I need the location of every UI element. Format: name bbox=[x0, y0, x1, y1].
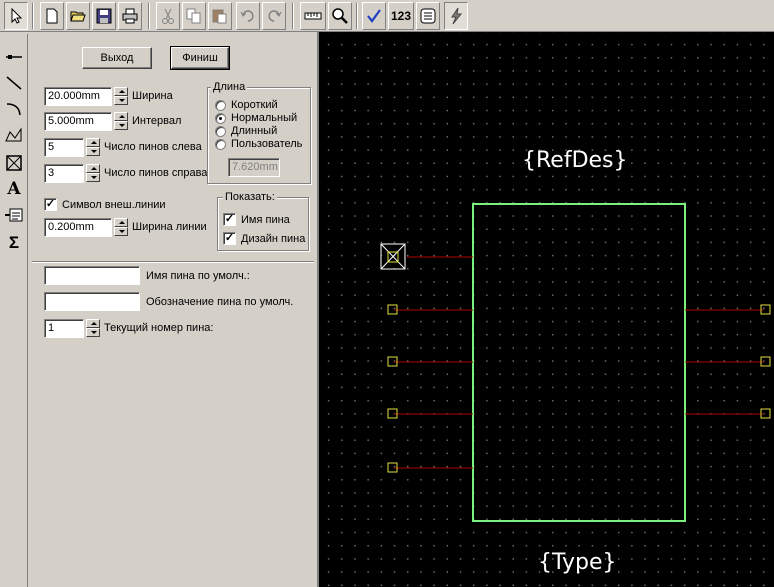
cut-icon[interactable] bbox=[156, 2, 180, 30]
pin-name-checkbox[interactable]: ✓ bbox=[223, 213, 236, 226]
zoom-icon[interactable] bbox=[328, 2, 352, 30]
length-long-radio[interactable] bbox=[215, 126, 226, 137]
exit-button[interactable]: Выход bbox=[82, 47, 152, 69]
select-arrow-icon[interactable] bbox=[4, 2, 28, 30]
pins-right-field[interactable]: 3 bbox=[44, 164, 84, 183]
print-icon[interactable] bbox=[118, 2, 142, 30]
sigma-tool-icon[interactable]: Σ bbox=[2, 232, 26, 254]
default-pin-name-field[interactable] bbox=[44, 266, 140, 285]
copy-icon[interactable] bbox=[182, 2, 206, 30]
pins-left-field[interactable]: 5 bbox=[44, 138, 84, 157]
pin-design-label: Дизайн пина bbox=[241, 233, 306, 245]
undo-icon[interactable] bbox=[236, 2, 260, 30]
ruler-icon[interactable] bbox=[300, 2, 326, 30]
pins-right-spinner[interactable] bbox=[86, 164, 100, 183]
line-width-label: Ширина линии bbox=[132, 221, 207, 233]
drawing-tool-palette: A Σ bbox=[0, 34, 28, 587]
length-short-label: Короткий bbox=[231, 99, 278, 111]
length-long-label: Длинный bbox=[231, 125, 278, 137]
default-pin-name-label: Имя пина по умолч.: bbox=[146, 270, 250, 282]
current-pin-spinner[interactable] bbox=[86, 319, 100, 338]
width-field[interactable]: 20.000mm bbox=[44, 87, 112, 106]
pins-right-label: Число пинов справа bbox=[104, 167, 208, 179]
paste-icon[interactable] bbox=[208, 2, 232, 30]
outline-label: Символ внеш.линии bbox=[62, 199, 166, 211]
current-pin-label: Текущий номер пина: bbox=[104, 322, 214, 334]
line-tool-icon[interactable] bbox=[2, 72, 26, 94]
interval-field[interactable]: 5.000mm bbox=[44, 112, 112, 131]
panel-divider bbox=[32, 261, 314, 263]
finish-button[interactable]: Финиш bbox=[170, 46, 230, 70]
length-custom-label: Пользователь bbox=[231, 138, 303, 150]
default-pin-des-label: Обозначение пина по умолч. bbox=[146, 296, 294, 308]
symbol-drawing bbox=[380, 203, 771, 522]
symbol-body bbox=[472, 203, 686, 522]
arc-tool-icon[interactable] bbox=[2, 98, 26, 120]
pin-marker-left-1-cross bbox=[380, 243, 406, 270]
outline-checkbox[interactable]: ✓ bbox=[44, 198, 57, 211]
number-icon[interactable]: 123 bbox=[388, 2, 414, 30]
schematic-canvas[interactable]: {RefDes} {Type} bbox=[317, 32, 774, 587]
new-file-icon[interactable] bbox=[40, 2, 64, 30]
pin-tool-icon[interactable] bbox=[2, 46, 26, 68]
show-group-title: Показать: bbox=[223, 191, 277, 203]
custom-length-field[interactable]: 7.620mm bbox=[228, 158, 280, 177]
line-width-spinner[interactable] bbox=[114, 218, 128, 237]
properties-icon[interactable] bbox=[416, 2, 440, 30]
interval-spinner[interactable] bbox=[114, 112, 128, 131]
redo-icon[interactable] bbox=[262, 2, 286, 30]
length-normal-radio[interactable] bbox=[215, 113, 226, 124]
pin-name-label: Имя пина bbox=[241, 214, 290, 226]
text-tool-icon[interactable]: A bbox=[2, 178, 26, 200]
save-icon[interactable] bbox=[92, 2, 116, 30]
attribute-tool-icon[interactable] bbox=[2, 204, 26, 226]
length-normal-label: Нормальный bbox=[231, 112, 298, 124]
open-folder-icon[interactable] bbox=[66, 2, 90, 30]
width-label: Ширина bbox=[132, 90, 173, 102]
box-cross-tool-icon[interactable] bbox=[2, 152, 26, 174]
interval-label: Интервал bbox=[132, 115, 182, 127]
polyline-tool-icon[interactable] bbox=[2, 124, 26, 146]
length-group-title: Длина bbox=[211, 81, 248, 93]
length-short-radio[interactable] bbox=[215, 100, 226, 111]
type-label[interactable]: {Type} bbox=[538, 550, 617, 575]
main-toolbar: 123 bbox=[0, 0, 774, 32]
lightning-icon[interactable] bbox=[444, 2, 468, 30]
symbol-wizard-panel: Выход Финиш 20.000mm Ширина 5.000mm Инте… bbox=[30, 34, 316, 587]
default-pin-des-field[interactable] bbox=[44, 292, 140, 311]
current-pin-field[interactable]: 1 bbox=[44, 319, 84, 338]
pins-left-spinner[interactable] bbox=[86, 138, 100, 157]
length-custom-radio[interactable] bbox=[215, 139, 226, 150]
line-width-field[interactable]: 0.200mm bbox=[44, 218, 112, 237]
pin-design-checkbox[interactable]: ✓ bbox=[223, 232, 236, 245]
checkmark-icon[interactable] bbox=[362, 2, 386, 30]
pins-left-label: Число пинов слева bbox=[104, 141, 202, 153]
width-spinner[interactable] bbox=[114, 87, 128, 106]
